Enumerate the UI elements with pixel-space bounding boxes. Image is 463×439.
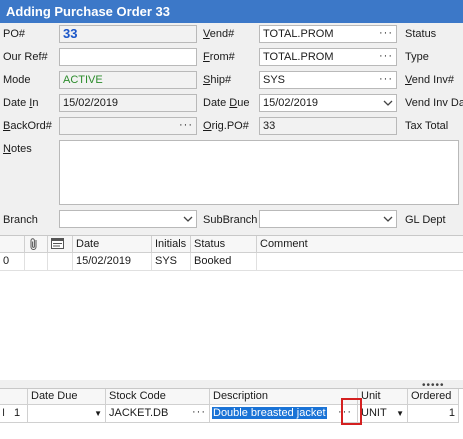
po-number-value: 33 xyxy=(63,26,78,41)
backord-field[interactable]: ··· xyxy=(59,117,197,135)
tax-total-label: Tax Total xyxy=(405,120,449,132)
branch-label: Branch xyxy=(3,214,38,226)
from-input[interactable]: TOTAL.PROM ··· xyxy=(259,48,397,66)
from-label: From# xyxy=(203,51,235,63)
lines-cell-unit[interactable]: UNIT ▼ xyxy=(358,405,408,423)
lines-cell-description[interactable]: Double breasted jacket ··· xyxy=(210,405,358,423)
date-in-field: 15/02/2019 xyxy=(59,94,197,112)
backord-label: BackOrd# xyxy=(3,120,52,132)
lines-header-ordered[interactable]: Ordered xyxy=(408,389,459,405)
table-cell-initials[interactable]: SYS xyxy=(152,253,191,271)
stock-code-lookup-ellipsis-icon[interactable]: ··· xyxy=(192,405,206,419)
gl-dept-label: GL Dept xyxy=(405,214,446,226)
from-lookup-ellipsis-icon[interactable]: ··· xyxy=(379,49,393,63)
dropdown-arrow-icon[interactable]: ▼ xyxy=(396,405,404,422)
table-cell-attachment[interactable] xyxy=(25,253,48,271)
lines-description-value[interactable]: Double breasted jacket xyxy=(212,407,327,419)
grid-header-initials[interactable]: Initials xyxy=(152,236,191,253)
mode-field: ACTIVE xyxy=(59,71,197,89)
table-row-index[interactable]: 0 xyxy=(0,253,25,271)
lines-cell-date-due[interactable]: ▼ xyxy=(28,405,106,423)
grid-header-index[interactable] xyxy=(0,236,25,253)
subbranch-label: SubBranch xyxy=(203,214,258,226)
status-label: Status xyxy=(405,28,437,40)
date-due-value: 15/02/2019 xyxy=(263,97,319,109)
table-cell-comment[interactable] xyxy=(257,253,463,271)
po-number-field: 33 xyxy=(59,25,197,43)
notes-textarea[interactable] xyxy=(59,140,459,205)
grid-header-note[interactable] xyxy=(48,236,73,253)
notes-label: Notes xyxy=(3,143,32,155)
mode-value: ACTIVE xyxy=(63,74,103,86)
lines-header-unit[interactable]: Unit xyxy=(358,389,408,405)
chevron-down-icon[interactable] xyxy=(383,212,393,226)
lines-header-stock-code[interactable]: Stock Code xyxy=(106,389,210,405)
lines-unit-value: UNIT xyxy=(361,407,387,419)
lines-row-marker[interactable]: I 1 xyxy=(0,405,28,423)
po-label: PO# xyxy=(3,28,26,40)
grid-header-attachment[interactable] xyxy=(25,236,48,253)
attachment-icon xyxy=(30,238,37,250)
lines-header-description[interactable]: Description xyxy=(210,389,358,405)
grid-header-comment[interactable]: Comment xyxy=(257,236,463,253)
vend-inv-date-label: Vend Inv Da xyxy=(405,97,463,109)
table-cell-note[interactable] xyxy=(48,253,73,271)
highlight-box xyxy=(341,398,362,425)
grid-header-date[interactable]: Date xyxy=(73,236,152,253)
ship-lookup-ellipsis-icon[interactable]: ··· xyxy=(379,72,393,86)
lines-header-date-due[interactable]: Date Due xyxy=(28,389,106,405)
vend-inv-label: Vend Inv# xyxy=(405,74,454,86)
lines-row-number: 1 xyxy=(14,407,21,419)
lines-cell-stock-code[interactable]: JACKET.DB ··· xyxy=(106,405,210,423)
type-label: Type xyxy=(405,51,429,63)
our-ref-input[interactable] xyxy=(59,48,197,66)
lines-cell-ordered[interactable]: 1 xyxy=(408,405,459,423)
lines-stock-code-value: JACKET.DB xyxy=(109,407,169,419)
vend-lookup-ellipsis-icon[interactable]: ··· xyxy=(379,26,393,40)
ship-label: Ship# xyxy=(203,74,232,86)
mode-label: Mode xyxy=(3,74,31,86)
table-cell-date[interactable]: 15/02/2019 xyxy=(73,253,152,271)
orig-po-label: Orig.PO# xyxy=(203,120,249,132)
ship-value: SYS xyxy=(263,74,286,86)
table-cell-status[interactable]: Booked xyxy=(191,253,257,271)
backord-lookup-ellipsis-icon[interactable]: ··· xyxy=(179,118,193,132)
grid-header-status[interactable]: Status xyxy=(191,236,257,253)
lines-grid[interactable]: Date Due Stock Code Description Unit Ord… xyxy=(0,388,463,439)
chevron-down-icon[interactable] xyxy=(183,212,193,226)
date-due-label: Date Due xyxy=(203,97,250,109)
vend-label: Vend# xyxy=(203,28,235,40)
from-value: TOTAL.PROM xyxy=(263,51,334,63)
row-cursor-icon: I xyxy=(2,407,6,419)
vend-value: TOTAL.PROM xyxy=(263,28,334,40)
chevron-down-icon[interactable] xyxy=(383,96,393,110)
orig-po-field: 33 xyxy=(259,117,397,135)
our-ref-label: Our Ref# xyxy=(3,51,48,63)
window-title: Adding Purchase Order 33 xyxy=(0,0,463,23)
panel-splitter[interactable]: ••••• xyxy=(0,380,463,391)
note-icon xyxy=(51,238,64,249)
date-due-picker[interactable]: 15/02/2019 xyxy=(259,94,397,112)
lines-header-marker[interactable] xyxy=(0,389,28,405)
date-in-label: Date In xyxy=(3,97,39,109)
branch-select[interactable] xyxy=(59,210,197,228)
ship-input[interactable]: SYS ··· xyxy=(259,71,397,89)
subbranch-select[interactable] xyxy=(259,210,397,228)
vend-input[interactable]: TOTAL.PROM ··· xyxy=(259,25,397,43)
dropdown-arrow-icon[interactable]: ▼ xyxy=(94,405,102,422)
history-grid[interactable]: Date Initials Status Comment 0 15/02/201… xyxy=(0,235,463,380)
